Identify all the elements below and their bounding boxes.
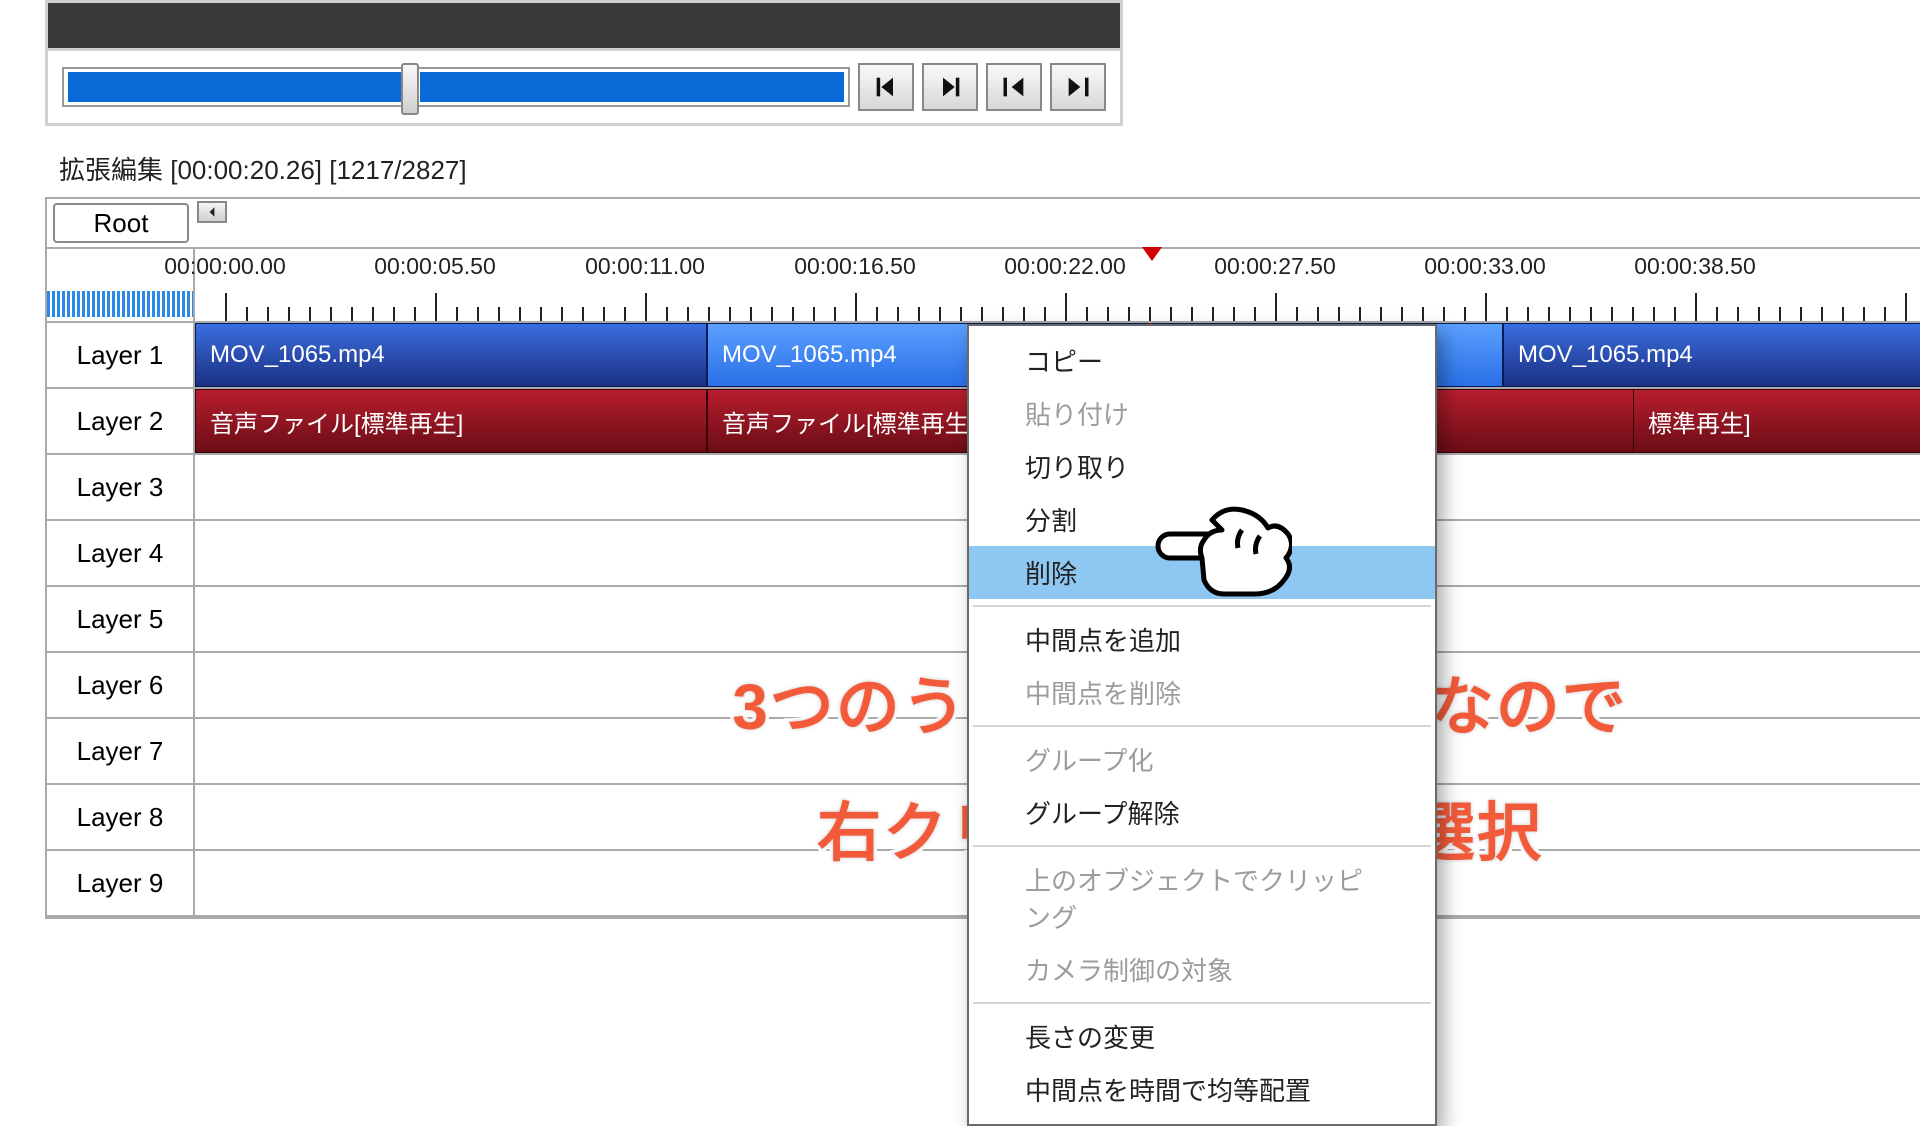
go-end-icon xyxy=(1064,73,1092,101)
scroll-left-button[interactable] xyxy=(197,201,227,223)
ruler-label: 00:00:27.50 xyxy=(1214,253,1336,280)
layer-label[interactable]: Layer 3 xyxy=(47,455,195,519)
video-clip[interactable]: MOV_1065.mp4 xyxy=(195,323,707,387)
root-button[interactable]: Root xyxy=(53,203,189,243)
menu-item: グループ化 xyxy=(969,733,1435,786)
layer-label[interactable]: Layer 1 xyxy=(47,323,195,387)
menu-item[interactable]: 中間点を追加 xyxy=(969,613,1435,666)
layer-label[interactable]: Layer 2 xyxy=(47,389,195,453)
pointer-hand-icon xyxy=(1152,500,1292,605)
step-back-button[interactable] xyxy=(858,63,914,111)
timeline-title: 拡張編集 [00:00:20.26] [1217/2827] xyxy=(45,140,1920,197)
menu-separator xyxy=(973,845,1431,847)
ruler-label: 00:00:38.50 xyxy=(1634,253,1756,280)
menu-item: 中間点を削除 xyxy=(969,666,1435,719)
layer-label[interactable]: Layer 7 xyxy=(47,719,195,783)
context-menu: コピー貼り付け切り取り分割削除中間点を追加中間点を削除グループ化グループ解除上の… xyxy=(967,324,1437,1126)
time-ruler[interactable]: 00:00:00.0000:00:05.5000:00:11.0000:00:1… xyxy=(195,249,1920,321)
seek-fill-right xyxy=(420,72,844,102)
menu-item: カメラ制御の対象 xyxy=(969,943,1435,996)
seek-handle[interactable] xyxy=(401,63,419,115)
ruler-label: 00:00:16.50 xyxy=(794,253,916,280)
ruler-label: 00:00:11.00 xyxy=(585,253,705,280)
layer-label[interactable]: Layer 5 xyxy=(47,587,195,651)
menu-item: 貼り付け xyxy=(969,387,1435,440)
menu-separator xyxy=(973,1002,1431,1004)
step-forward-button[interactable] xyxy=(922,63,978,111)
menu-item[interactable]: 中間点を時間で均等配置 xyxy=(969,1063,1435,1116)
triangle-left-icon xyxy=(206,206,218,218)
audio-clip[interactable]: 標準再生] xyxy=(1633,389,1920,453)
go-end-button[interactable] xyxy=(1050,63,1106,111)
video-clip[interactable]: MOV_1065.mp4 xyxy=(1503,323,1920,387)
step-forward-icon xyxy=(936,73,964,101)
root-row: Root xyxy=(47,199,1920,249)
seek-fill-left xyxy=(68,72,402,102)
audio-clip[interactable]: 音声ファイル[標準再生] xyxy=(195,389,707,453)
audiometer-icon xyxy=(47,291,193,317)
layer-label[interactable]: Layer 8 xyxy=(47,785,195,849)
menu-item[interactable]: グループ解除 xyxy=(969,786,1435,839)
go-start-button[interactable] xyxy=(986,63,1042,111)
menu-item[interactable]: 長さの変更 xyxy=(969,1010,1435,1063)
menu-separator xyxy=(973,605,1431,607)
layer-label[interactable]: Layer 6 xyxy=(47,653,195,717)
go-start-icon xyxy=(1000,73,1028,101)
menu-item[interactable]: コピー xyxy=(969,334,1435,387)
layer-label[interactable]: Layer 9 xyxy=(47,851,195,915)
ruler-label: 00:00:00.00 xyxy=(164,253,286,280)
seek-slider[interactable] xyxy=(62,67,850,107)
horizontal-scroll-area[interactable] xyxy=(195,199,1920,247)
menu-item[interactable]: 切り取り xyxy=(969,440,1435,493)
menu-item: 上のオブジェクトでクリッピング xyxy=(969,853,1435,943)
ruler-label: 00:00:22.00 xyxy=(1004,253,1126,280)
ruler-label: 00:00:05.50 xyxy=(374,253,496,280)
playback-bar xyxy=(45,48,1123,126)
ruler-label: 00:00:33.00 xyxy=(1424,253,1546,280)
menu-separator xyxy=(973,725,1431,727)
step-back-icon xyxy=(872,73,900,101)
ruler-row: 00:00:00.00 00:00:05.50 00:00:11.00 00:00:1… xyxy=(47,249,1920,323)
layer-label[interactable]: Layer 4 xyxy=(47,521,195,585)
